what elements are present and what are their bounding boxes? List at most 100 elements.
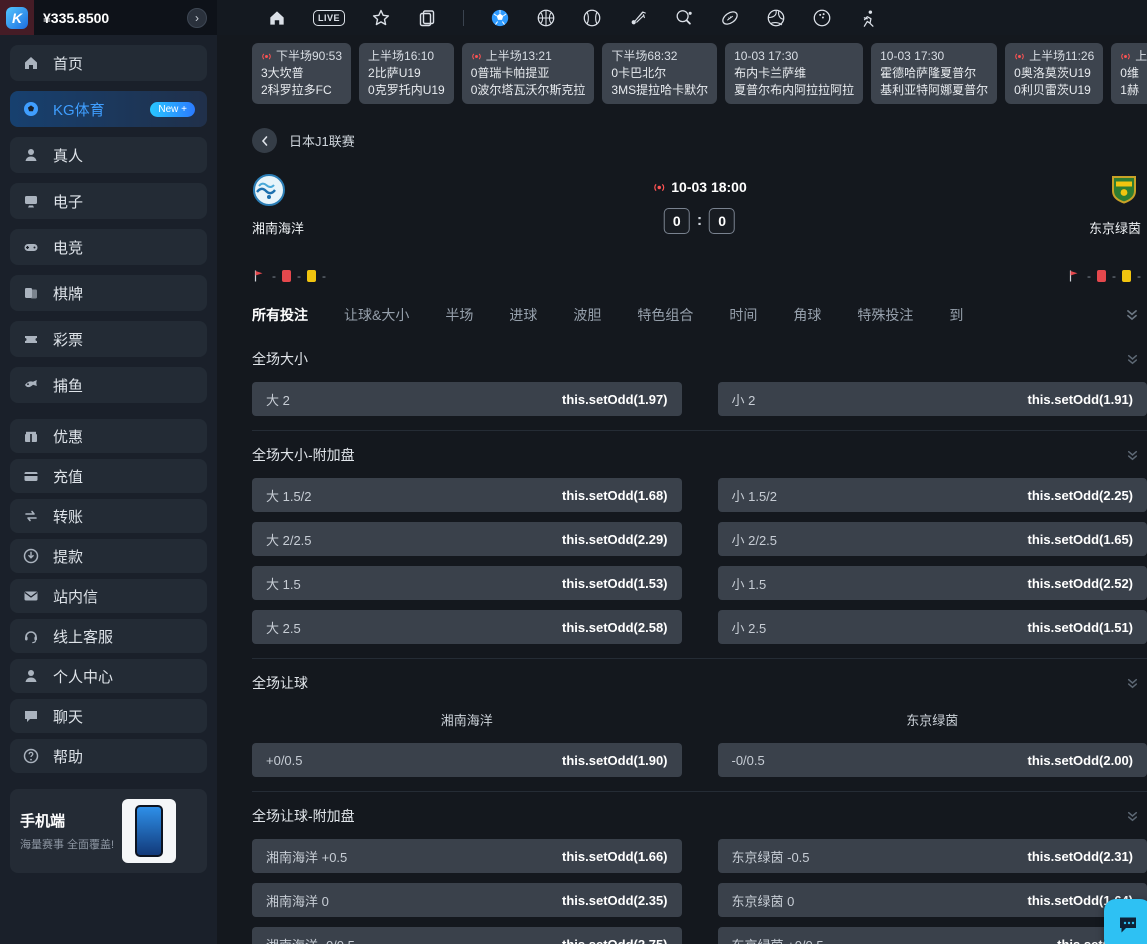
market-title: 全场让球: [252, 673, 308, 693]
bet-label: -0/0.5: [732, 753, 765, 768]
live-filter-button[interactable]: LIVE: [313, 10, 345, 26]
chevrons-down-icon[interactable]: [1126, 353, 1139, 366]
mobile-app-promo[interactable]: 手机端 海量赛事 全面覆盖!: [10, 789, 207, 873]
sidebar-item-help[interactable]: 帮助: [10, 739, 207, 773]
market-tab-3[interactable]: 进球: [509, 305, 537, 325]
odds-cell[interactable]: 大 1.5this.setOdd(1.53): [252, 566, 682, 600]
match-content: 日本J1联赛 湘南海洋 10-03 18:00 0 : 0: [217, 113, 1147, 944]
market-tab-5[interactable]: 特色组合: [637, 305, 693, 325]
bet-odd: this.setOdd(1.65): [1028, 532, 1133, 547]
market-section-header: 全场让球: [252, 659, 1147, 706]
sidebar-item-label: 优惠: [53, 426, 83, 447]
sidebar-item-esports[interactable]: 电竞: [10, 229, 207, 265]
match-card[interactable]: 下半场68:320卡巴北尔3MS提拉哈卡默尔: [602, 43, 717, 104]
sidebar-item-lottery[interactable]: 彩票: [10, 321, 207, 357]
match-card[interactable]: 上半场0维1赫: [1111, 43, 1147, 104]
odds-cell[interactable]: 小 2.5 this.setOdd(1.51): [718, 610, 1147, 644]
odds-cell[interactable]: 小 1.5/2this.setOdd(2.25): [718, 478, 1147, 512]
sidebar-item-fishing[interactable]: 捕鱼: [10, 367, 207, 403]
market-tab-7[interactable]: 角球: [793, 305, 821, 325]
match-card-team1: 0维: [1120, 65, 1147, 82]
match-card-team1: 2比萨U19: [368, 65, 445, 82]
athletics-icon[interactable]: [858, 8, 878, 28]
brand-logo-icon[interactable]: K: [6, 7, 28, 29]
favorites-star-icon[interactable]: [371, 8, 391, 28]
sidebar-item-label: 线上客服: [53, 626, 113, 647]
match-card[interactable]: 下半场90:533大坎普2科罗拉多FC: [252, 43, 351, 104]
soccer-ball-icon[interactable]: [490, 8, 510, 28]
sidebar-item-promotions[interactable]: 优惠: [10, 419, 207, 453]
match-card[interactable]: 上半场11:260奥洛莫茨U190利贝雷茨U19: [1005, 43, 1103, 104]
sidebar-item-slots[interactable]: 电子: [10, 183, 207, 219]
market-tab-9[interactable]: 到: [949, 305, 963, 325]
home-team: 湘南海洋: [252, 173, 304, 253]
market-column-headers: 湘南海洋东京绿茵: [252, 710, 1147, 729]
odds-cell[interactable]: +0/0.5this.setOdd(1.90): [252, 743, 682, 777]
sidebar-item-messages[interactable]: 站内信: [10, 579, 207, 613]
match-card[interactable]: 上半场16:102比萨U190克罗托内U19: [359, 43, 454, 104]
market-tab-0[interactable]: 所有投注: [252, 305, 308, 325]
chevrons-down-icon[interactable]: [1126, 449, 1139, 462]
chat-bubble-icon: [1116, 913, 1140, 937]
sidebar-collapse-button[interactable]: ›: [187, 8, 207, 28]
sidebar-item-support[interactable]: 线上客服: [10, 619, 207, 653]
sidebar-item-home[interactable]: 首页: [10, 45, 207, 81]
match-card[interactable]: 10-03 17:30霍德哈萨隆夏普尔基利亚特阿娜夏普尔: [871, 43, 997, 104]
match-card[interactable]: 上半场13:210普瑞卡帕提亚0波尔塔瓦沃尔斯克拉: [462, 43, 595, 104]
table-tennis-icon[interactable]: [674, 8, 694, 28]
sidebar-item-chat[interactable]: 聊天: [10, 699, 207, 733]
odds-cell[interactable]: 东京绿茵 -0.5this.setOdd(2.31): [718, 839, 1147, 873]
market-tab-4[interactable]: 波胆: [573, 305, 601, 325]
odds-cell[interactable]: 湘南海洋 +0.5this.setOdd(1.66): [252, 839, 682, 873]
market-tab-6[interactable]: 时间: [729, 305, 757, 325]
market-section-header: 全场让球-附加盘: [252, 792, 1147, 839]
sidebar-menu-main: 首页 KG体育New + 真人电子电竞棋牌彩票捕鱼: [0, 35, 217, 413]
odds-cell[interactable]: 湘南海洋 0this.setOdd(2.35): [252, 883, 682, 917]
odds-cell[interactable]: 大 2this.setOdd(1.97): [252, 382, 682, 416]
sidebar-item-live-casino[interactable]: 真人: [10, 137, 207, 173]
chevrons-down-icon[interactable]: [1126, 810, 1139, 823]
sidebar-item-withdraw[interactable]: 提款: [10, 539, 207, 573]
match-card[interactable]: 10-03 17:30布内卡兰萨维夏普尔布内阿拉拉阿拉: [725, 43, 863, 104]
app-root: K ¥335.8500 › 首页 KG体育New + 真人电子电竞棋牌彩票捕鱼 优惠…: [0, 0, 1147, 944]
badminton-icon[interactable]: [628, 8, 648, 28]
odds-cell[interactable]: 小 2this.setOdd(1.91): [718, 382, 1147, 416]
column-header: 东京绿茵: [718, 710, 1147, 729]
betslip-notes-icon[interactable]: [417, 8, 437, 28]
sidebar-item-profile[interactable]: 个人中心: [10, 659, 207, 693]
sidebar-item-label: 个人中心: [53, 666, 113, 687]
basketball-icon[interactable]: [536, 8, 556, 28]
bowling-icon[interactable]: [812, 8, 832, 28]
sidebar-item-kg-sports[interactable]: KG体育New +: [10, 91, 207, 127]
american-football-icon[interactable]: [720, 8, 740, 28]
odds-cell[interactable]: 东京绿茵 +0/0.5this.setOdd(: [718, 927, 1147, 944]
odds-cell[interactable]: 大 2.5this.setOdd(2.58): [252, 610, 682, 644]
tabs-expand-icon[interactable]: [1125, 308, 1139, 322]
sidebar-header: K ¥335.8500 ›: [0, 0, 217, 35]
odds-cell[interactable]: 大 1.5/2this.setOdd(1.68): [252, 478, 682, 512]
sidebar-item-transfer[interactable]: 转账: [10, 499, 207, 533]
home-icon[interactable]: [267, 8, 287, 28]
match-center: 10-03 18:00 0 : 0: [652, 179, 747, 234]
back-button[interactable]: [252, 128, 277, 153]
bet-label: 大 2.5: [266, 618, 301, 637]
match-card-time: 下半场90:53: [261, 48, 342, 65]
chevrons-down-icon[interactable]: [1126, 677, 1139, 690]
bet-label: 小 2.5: [732, 618, 767, 637]
bet-odd: this.setOdd(1.51): [1028, 620, 1133, 635]
sidebar-item-deposit[interactable]: 充值: [10, 459, 207, 493]
odds-cell[interactable]: 湘南海洋 -0/0.5this.setOdd(2.75): [252, 927, 682, 944]
sidebar-item-board-games[interactable]: 棋牌: [10, 275, 207, 311]
baseball-icon[interactable]: [582, 8, 602, 28]
volleyball-icon[interactable]: [766, 8, 786, 28]
market-tab-2[interactable]: 半场: [445, 305, 473, 325]
odds-cell[interactable]: 小 1.5this.setOdd(2.52): [718, 566, 1147, 600]
odds-cell[interactable]: 东京绿茵 0this.setOdd(1.64): [718, 883, 1147, 917]
market-tab-8[interactable]: 特殊投注: [857, 305, 913, 325]
odds-cell[interactable]: -0/0.5this.setOdd(2.00): [718, 743, 1147, 777]
home-score: 0: [664, 208, 690, 234]
odds-cell[interactable]: 大 2/2.5this.setOdd(2.29): [252, 522, 682, 556]
market-tab-1[interactable]: 让球&大小: [344, 305, 409, 325]
odds-cell[interactable]: 小 2/2.5this.setOdd(1.65): [718, 522, 1147, 556]
chat-button[interactable]: [1104, 899, 1147, 944]
